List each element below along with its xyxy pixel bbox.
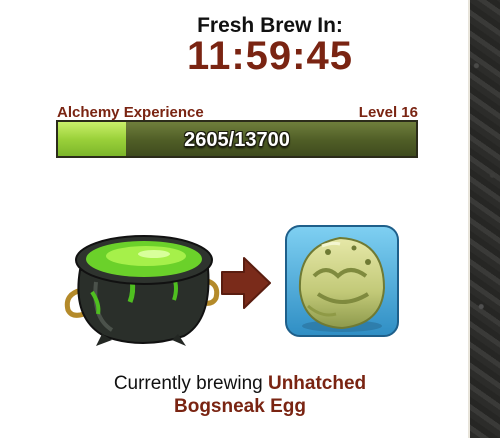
experience-level: Level 16 <box>358 104 418 121</box>
experience-progress-bar: 2605/13700 <box>56 120 418 158</box>
cauldron-icon <box>64 235 220 346</box>
experience-label: Alchemy Experience <box>57 104 204 121</box>
brewing-item-name-line2: Bogsneak Egg <box>174 396 306 417</box>
brew-timer: 11:59:45 <box>187 34 353 78</box>
arrow-right-icon <box>221 257 271 309</box>
experience-progress-text: 2605/13700 <box>184 129 290 151</box>
brewing-item-name-line1: Unhatched <box>267 373 367 394</box>
decorative-side-border <box>468 0 500 438</box>
brewing-status: Currently brewing Unhatched Bogsneak Egg <box>40 372 440 418</box>
alchemy-panel: Fresh Brew In: 11:59:45 Alchemy Experien… <box>0 0 500 438</box>
brewing-status-prefix: Currently brewing <box>113 373 268 394</box>
bogsneak-egg-icon <box>285 225 399 337</box>
